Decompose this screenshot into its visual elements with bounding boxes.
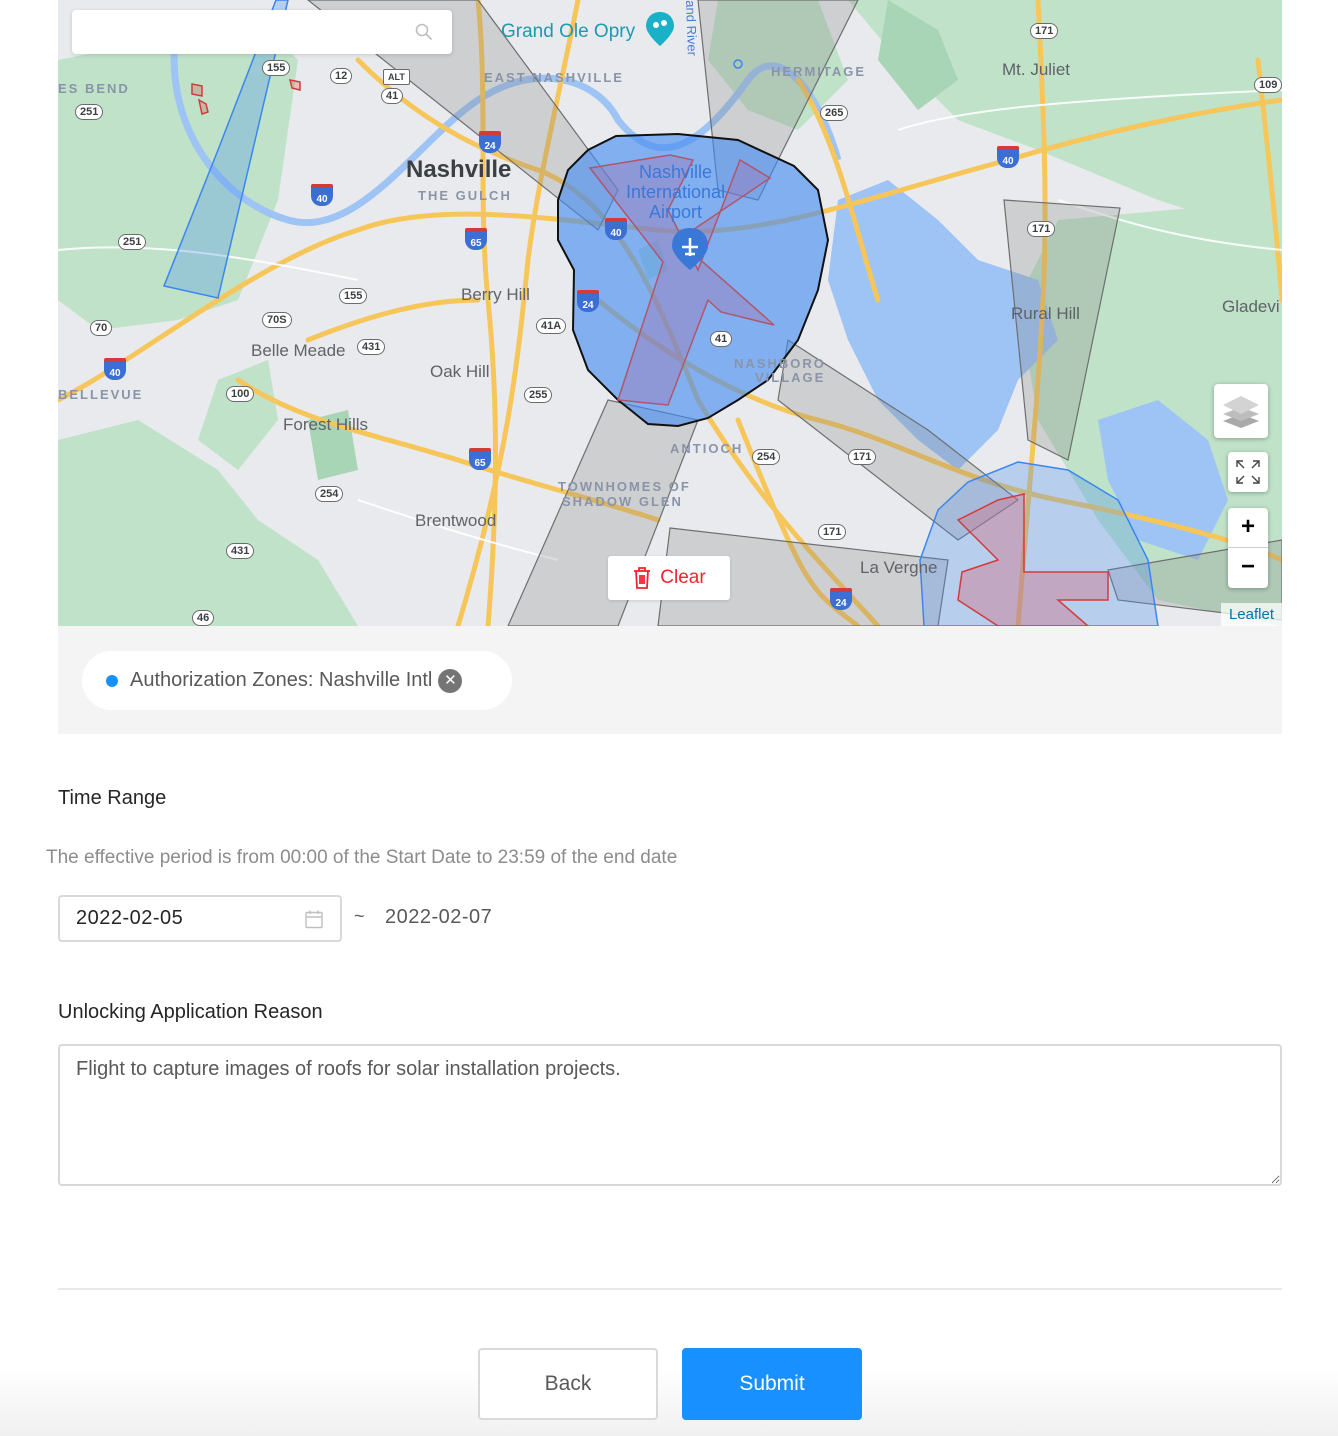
map-label-cumberland-river: and River (683, 0, 700, 57)
route-shield: 255 (524, 387, 553, 403)
leaflet-attribution-link[interactable]: Leaflet (1220, 603, 1282, 626)
start-date-value: 2022-02-05 (76, 907, 184, 929)
route-shield: 265 (820, 105, 849, 121)
route-shield: 155 (262, 60, 291, 76)
route-shield: 171 (818, 524, 847, 540)
route-shield: 171 (1030, 23, 1059, 39)
map-label-bells-bend: ES BEND (58, 81, 130, 96)
interstate-shield: 40 (311, 184, 333, 206)
zoom-control: + − (1228, 508, 1268, 588)
clear-button-label: Clear (660, 567, 706, 588)
route-shield: 100 (226, 386, 255, 402)
map-label-airport: Nashville International Airport (626, 162, 726, 222)
fullscreen-icon (1236, 460, 1260, 484)
interstate-shield: 24 (577, 290, 599, 312)
route-shield: 41A (536, 318, 567, 334)
calendar-icon[interactable] (304, 909, 324, 929)
map-label-la-vergne: La Vergne (860, 558, 938, 577)
map-label-the-gulch: THE GULCH (418, 188, 512, 203)
interstate-shield: 24 (830, 588, 852, 610)
map-label-rural-hill: Rural Hill (1011, 304, 1080, 323)
route-shield: 70 (90, 320, 113, 336)
start-date-picker[interactable]: 2022-02-05 (58, 895, 342, 942)
trash-icon (634, 567, 651, 589)
route-shield: ALT (383, 69, 410, 85)
map-label-nashboro-village: NASHBORO (734, 356, 826, 371)
route-shield: 41 (710, 331, 733, 347)
map-search-box[interactable] (72, 10, 452, 54)
route-shield: 12 (330, 68, 353, 84)
map-label-east-nashville: EAST NASHVILLE (484, 70, 624, 85)
route-shield: 155 (339, 288, 368, 304)
route-shield: 70S (262, 312, 292, 328)
map-label-nashville: Nashville (406, 156, 512, 183)
reason-textarea[interactable]: Flight to capture images of roofs for so… (58, 1044, 1282, 1186)
map-label-gladeville: Gladevi (1222, 297, 1280, 316)
time-range-hint: The effective period is from 00:00 of th… (46, 847, 678, 868)
route-shield: 254 (315, 486, 344, 502)
clear-button[interactable]: Clear (608, 556, 730, 600)
route-shield: 251 (118, 234, 147, 250)
date-separator: ~ (354, 906, 365, 926)
reason-label: Unlocking Application Reason (58, 1001, 323, 1023)
map-label-berry-hill: Berry Hill (461, 285, 530, 304)
map-label-townhomes: TOWNHOMES OF (558, 479, 691, 494)
close-icon[interactable]: ✕ (438, 668, 463, 693)
interstate-shield: 65 (465, 228, 487, 250)
interstate-shield: 24 (479, 131, 501, 153)
map-label-oak-hill: Oak Hill (430, 362, 490, 381)
zoom-in-button[interactable]: + (1228, 508, 1268, 548)
route-shield: 431 (226, 543, 255, 559)
map-label-nashboro-village-2: VILLAGE (755, 370, 826, 385)
zoom-out-button[interactable]: − (1228, 548, 1268, 588)
end-date-value[interactable]: 2022-02-07 (385, 906, 492, 929)
map-container[interactable]: Nashville THE GULCH EAST NASHVILLE Grand… (58, 0, 1282, 626)
route-shield: 171 (1027, 221, 1056, 237)
map-tiles[interactable] (58, 0, 1282, 626)
fullscreen-button[interactable] (1228, 452, 1268, 492)
time-range-label: Time Range (58, 787, 167, 809)
interstate-shield: 40 (104, 358, 126, 380)
route-shield: 251 (75, 104, 104, 120)
map-label-grand-ole-opry: Grand Ole Opry (501, 21, 636, 42)
route-shield: 431 (357, 339, 386, 355)
back-button[interactable]: Back (478, 1348, 658, 1420)
map-search-input[interactable] (72, 10, 402, 54)
map-label-shadow-glen: SHADOW GLEN (562, 494, 683, 509)
route-shield: 109 (1254, 77, 1282, 93)
footer-shadow (0, 1370, 1338, 1436)
interstate-shield: 40 (997, 146, 1019, 168)
route-shield: 254 (752, 449, 781, 465)
zone-tag-label: Authorization Zones: Nashville Intl (130, 669, 433, 691)
zone-color-dot (106, 674, 118, 687)
map-label-mt-juliet: Mt. Juliet (1002, 60, 1071, 79)
map-label-hermitage: HERMITAGE (771, 64, 867, 79)
interstate-shield: 40 (605, 218, 627, 240)
submit-button[interactable]: Submit (682, 1348, 862, 1420)
map-label-antioch: ANTIOCH (670, 441, 744, 456)
divider (58, 1288, 1282, 1290)
map-label-forest-hills: Forest Hills (283, 415, 369, 434)
map-label-belle-meade: Belle Meade (251, 341, 346, 360)
layers-button[interactable] (1214, 384, 1268, 438)
search-icon[interactable] (414, 22, 434, 42)
map-label-bellevue: BELLEVUE (58, 387, 144, 402)
layers-icon (1223, 396, 1259, 428)
map-label-brentwood: Brentwood (415, 511, 497, 530)
route-shield: 171 (848, 449, 877, 465)
selected-zones-panel: Authorization Zones: Nashville Intl ✕ (58, 626, 1282, 734)
zone-tag[interactable]: Authorization Zones: Nashville Intl ✕ (82, 651, 512, 710)
route-shield: 46 (192, 610, 215, 626)
route-shield: 41 (381, 88, 404, 104)
interstate-shield: 65 (469, 448, 491, 470)
